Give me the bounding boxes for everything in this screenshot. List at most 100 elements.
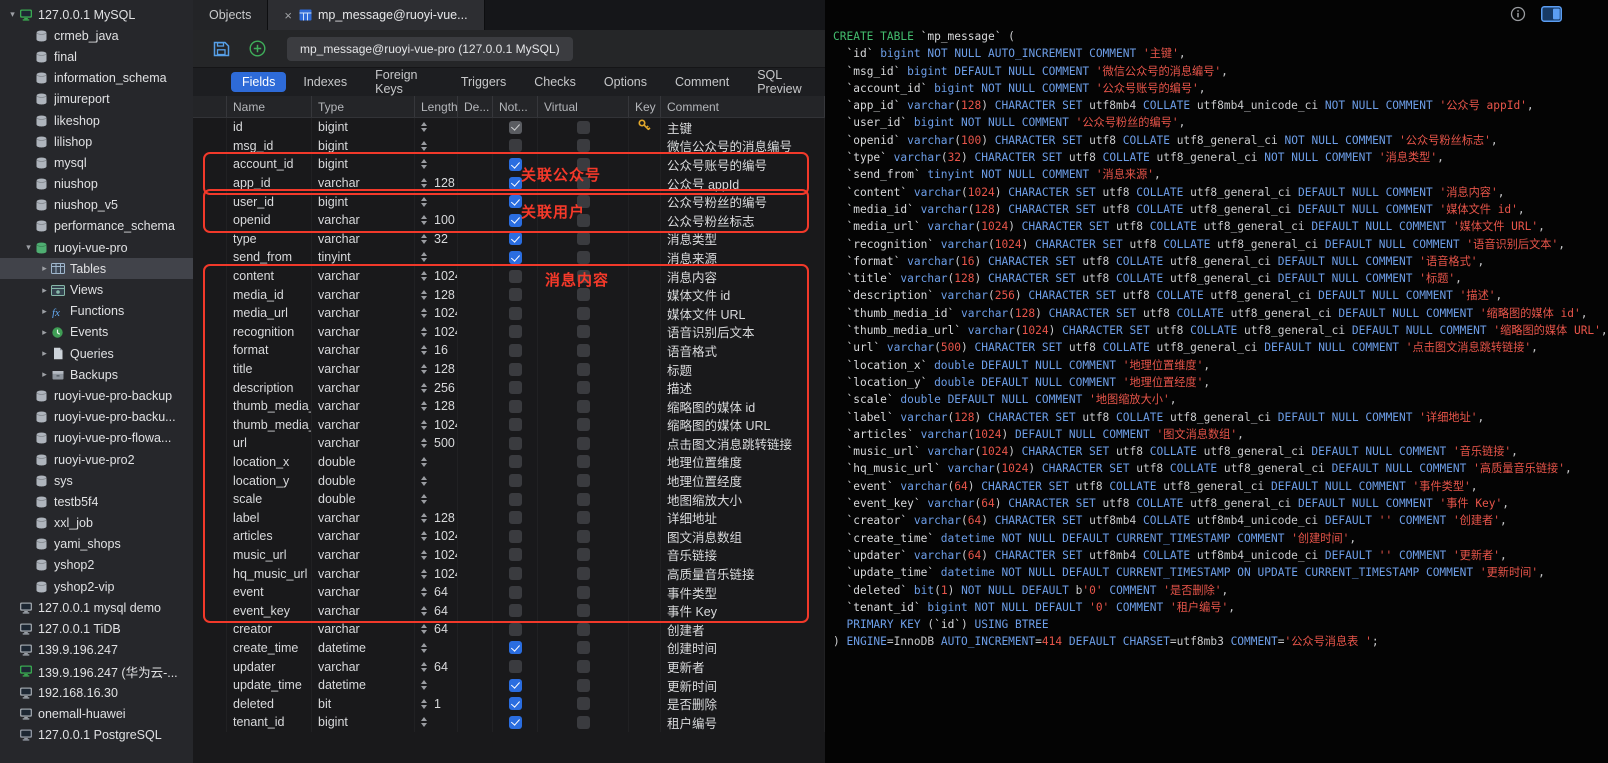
sidebar-item-139-9-196-247[interactable]: 139.9.196.247 (华为云-...	[0, 661, 193, 682]
field-comment-cell[interactable]: 媒体文件 URL	[661, 304, 825, 323]
length-stepper[interactable]	[421, 569, 427, 579]
field-decimals-cell[interactable]	[458, 490, 493, 509]
field-length-cell[interactable]: 1024	[415, 546, 458, 565]
field-decimals-cell[interactable]	[458, 471, 493, 490]
field-type-cell[interactable]: bigint	[312, 137, 415, 156]
sidebar-item-ruoyi-vue-pro[interactable]: ▾ruoyi-vue-pro	[0, 237, 193, 258]
virtual-checkbox[interactable]	[577, 121, 590, 134]
field-type-cell[interactable]: varchar	[312, 546, 415, 565]
field-decimals-cell[interactable]	[458, 416, 493, 435]
toggle-right-panel-icon[interactable]	[1541, 6, 1562, 22]
field-comment-cell[interactable]: 创建时间	[661, 639, 825, 658]
sidebar-item-127-0-0-1-postgresql[interactable]: 127.0.0.1 PostgreSQL	[0, 724, 193, 745]
field-name-cell[interactable]: event_key	[227, 601, 312, 620]
sidebar-item-ruoyi-vue-pro2[interactable]: ruoyi-vue-pro2	[0, 449, 193, 470]
virtual-checkbox[interactable]	[577, 567, 590, 580]
field-length-cell[interactable]: 128	[415, 285, 458, 304]
sidebar-item-yshop2[interactable]: yshop2	[0, 555, 193, 576]
field-row-msg-id[interactable]: msg_idbigint微信公众号的消息编号	[193, 137, 825, 156]
not-null-checkbox[interactable]	[509, 270, 522, 283]
length-stepper[interactable]	[421, 364, 427, 374]
field-length-cell[interactable]: 1024	[415, 267, 458, 286]
field-comment-cell[interactable]: 事件类型	[661, 583, 825, 602]
key-cell[interactable]	[629, 490, 661, 509]
tab-objects[interactable]: Objects	[193, 0, 268, 30]
field-row-event[interactable]: eventvarchar64事件类型	[193, 583, 825, 602]
key-cell[interactable]	[629, 713, 661, 732]
field-row-format[interactable]: formatvarchar16语音格式	[193, 341, 825, 360]
length-stepper[interactable]	[421, 420, 427, 430]
field-comment-cell[interactable]: 缩略图的媒体 id	[661, 397, 825, 416]
field-type-cell[interactable]: datetime	[312, 639, 415, 658]
chevron-right-icon[interactable]: ▸	[38, 369, 51, 380]
key-cell[interactable]	[629, 211, 661, 230]
not-null-checkbox[interactable]	[509, 121, 522, 134]
not-null-checkbox[interactable]	[509, 641, 522, 654]
sidebar-item-information-schema[interactable]: information_schema	[0, 68, 193, 89]
not-null-checkbox[interactable]	[509, 567, 522, 580]
virtual-checkbox[interactable]	[577, 455, 590, 468]
field-row-event-key[interactable]: event_keyvarchar64事件 Key	[193, 601, 825, 620]
field-row-type[interactable]: typevarchar32消息类型	[193, 230, 825, 249]
field-name-cell[interactable]: hq_music_url	[227, 564, 312, 583]
field-length-cell[interactable]: 128	[415, 397, 458, 416]
not-null-checkbox[interactable]	[509, 418, 522, 431]
field-length-cell[interactable]	[415, 713, 458, 732]
not-null-checkbox[interactable]	[509, 697, 522, 710]
field-comment-cell[interactable]: 更新者	[661, 657, 825, 676]
field-name-cell[interactable]: update_time	[227, 676, 312, 695]
field-comment-cell[interactable]: 语音识别后文本	[661, 323, 825, 342]
field-row-location-x[interactable]: location_xdouble地理位置维度	[193, 453, 825, 472]
virtual-checkbox[interactable]	[577, 270, 590, 283]
field-comment-cell[interactable]: 微信公众号的消息编号	[661, 137, 825, 156]
field-comment-cell[interactable]: 公众号粉丝标志	[661, 211, 825, 230]
field-type-cell[interactable]: varchar	[312, 267, 415, 286]
field-name-cell[interactable]: deleted	[227, 694, 312, 713]
sidebar-item-127-0-0-1-mysql[interactable]: ▾127.0.0.1 MySQL	[0, 4, 193, 25]
breadcrumb[interactable]: mp_message@ruoyi-vue-pro (127.0.0.1 MySQ…	[287, 37, 573, 61]
sidebar-item-backups[interactable]: ▸Backups	[0, 364, 193, 385]
key-cell[interactable]	[629, 564, 661, 583]
chevron-down-icon[interactable]: ▾	[6, 9, 19, 20]
not-null-checkbox[interactable]	[509, 623, 522, 636]
virtual-checkbox[interactable]	[577, 437, 590, 450]
field-length-cell[interactable]	[415, 192, 458, 211]
virtual-checkbox[interactable]	[577, 344, 590, 357]
sidebar-item-onemall-huawei[interactable]: onemall-huawei	[0, 703, 193, 724]
not-null-checkbox[interactable]	[509, 325, 522, 338]
sidebar-item-192-168-16-30[interactable]: 192.168.16.30	[0, 682, 193, 703]
sidebar-item-yshop2-vip[interactable]: yshop2-vip	[0, 576, 193, 597]
field-type-cell[interactable]: varchar	[312, 564, 415, 583]
sidebar-item-testb5f4[interactable]: testb5f4	[0, 491, 193, 512]
field-type-cell[interactable]: varchar	[312, 657, 415, 676]
sidebar-item-events[interactable]: ▸Events	[0, 322, 193, 343]
length-stepper[interactable]	[421, 513, 427, 523]
virtual-checkbox[interactable]	[577, 641, 590, 654]
length-stepper[interactable]	[421, 345, 427, 355]
field-decimals-cell[interactable]	[458, 676, 493, 695]
field-decimals-cell[interactable]	[458, 267, 493, 286]
virtual-checkbox[interactable]	[577, 232, 590, 245]
field-row-create-time[interactable]: create_timedatetime创建时间	[193, 639, 825, 658]
field-length-cell[interactable]: 1024	[415, 304, 458, 323]
not-null-checkbox[interactable]	[509, 158, 522, 171]
length-stepper[interactable]	[421, 494, 427, 504]
sidebar-item-crmeb-java[interactable]: crmeb_java	[0, 25, 193, 46]
sidebar-item-lilishop[interactable]: lilishop	[0, 131, 193, 152]
field-comment-cell[interactable]: 消息来源	[661, 248, 825, 267]
length-stepper[interactable]	[421, 643, 427, 653]
sidebar-item-queries[interactable]: ▸Queries	[0, 343, 193, 364]
length-stepper[interactable]	[421, 159, 427, 169]
field-row-label[interactable]: labelvarchar128详细地址	[193, 508, 825, 527]
field-decimals-cell[interactable]	[458, 378, 493, 397]
virtual-checkbox[interactable]	[577, 400, 590, 413]
virtual-checkbox[interactable]	[577, 623, 590, 636]
not-null-checkbox[interactable]	[509, 195, 522, 208]
field-type-cell[interactable]: double	[312, 490, 415, 509]
field-name-cell[interactable]: thumb_media_id	[227, 397, 312, 416]
field-decimals-cell[interactable]	[458, 341, 493, 360]
tab-triggers[interactable]: Triggers	[450, 72, 517, 92]
key-cell[interactable]	[629, 694, 661, 713]
tab-sql-preview[interactable]: SQL Preview	[746, 65, 825, 99]
virtual-checkbox[interactable]	[577, 288, 590, 301]
